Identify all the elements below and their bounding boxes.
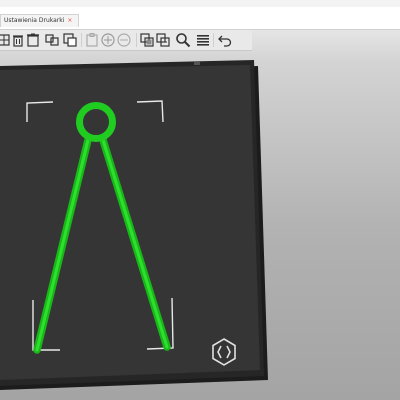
bed-clip: [194, 62, 200, 65]
search-icon[interactable]: [175, 32, 191, 48]
plater-toolbar: [0, 30, 252, 51]
arrange-icon[interactable]: [44, 32, 60, 48]
toolbar-separator: [136, 33, 137, 47]
copy-icon[interactable]: [62, 32, 78, 48]
paste-icon[interactable]: [84, 32, 100, 48]
layers-icon[interactable]: [195, 32, 211, 48]
remove-instance-icon[interactable]: [116, 32, 132, 48]
3d-viewport[interactable]: [0, 0, 400, 400]
variable-layer-height-icon[interactable]: [155, 32, 171, 48]
toolbar-separator: [81, 33, 82, 47]
toolbar-separator: [213, 33, 214, 47]
undo-icon[interactable]: [217, 32, 233, 48]
delete-icon[interactable]: [10, 32, 26, 48]
add-instance-icon[interactable]: [100, 32, 116, 48]
delete-all-icon[interactable]: [25, 32, 41, 48]
split-icon[interactable]: [139, 32, 155, 48]
